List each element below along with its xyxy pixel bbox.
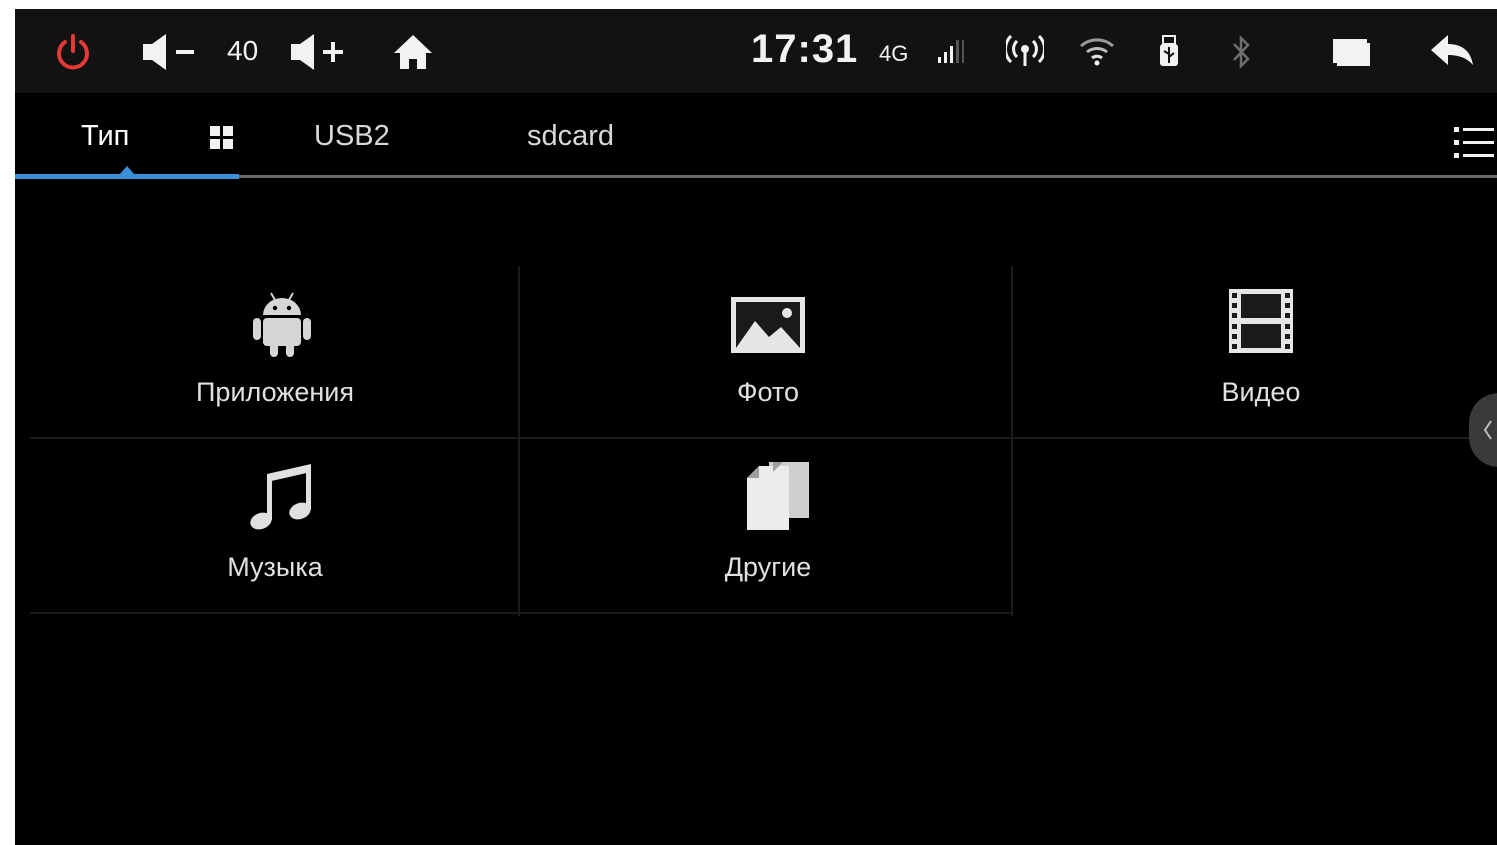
tab-sdcard[interactable]: sdcard (527, 120, 614, 153)
wifi-icon (1077, 34, 1117, 68)
grid-view-icon[interactable] (207, 123, 237, 153)
menu-list-icon[interactable] (1451, 123, 1497, 163)
android-icon (251, 289, 313, 364)
back-icon[interactable] (1427, 31, 1477, 71)
home-icon[interactable] (391, 32, 435, 72)
window-icon[interactable] (1329, 35, 1373, 69)
bluetooth-icon (1227, 34, 1255, 70)
documents-icon (745, 460, 811, 537)
hotspot-icon (1005, 33, 1045, 69)
category-photo[interactable]: Фото (523, 271, 1013, 441)
volume-down-icon[interactable] (139, 31, 199, 73)
volume-level: 40 (227, 35, 259, 66)
category-label: Приложения (196, 377, 354, 407)
category-music[interactable]: Музыка (30, 446, 520, 616)
music-note-icon (249, 462, 315, 537)
category-label: Другие (724, 552, 812, 582)
network-type: 4G (879, 41, 909, 66)
chevron-left-icon (1483, 420, 1492, 440)
category-video[interactable]: Видео (1016, 271, 1497, 441)
film-icon (1227, 287, 1295, 360)
category-apps[interactable]: Приложения (30, 271, 520, 441)
category-label: Видео (1221, 377, 1301, 407)
tab-type[interactable]: Тип (81, 120, 129, 153)
category-label: Фото (736, 377, 800, 407)
active-tab-caret (119, 166, 135, 175)
photo-icon (729, 295, 807, 360)
category-other[interactable]: Другие (523, 446, 1013, 616)
usb-icon (1155, 33, 1183, 69)
clock: 17:31 (751, 27, 859, 71)
power-icon[interactable] (51, 30, 95, 74)
tab-bar: Тип USB2 sdcard (15, 93, 1497, 181)
tab-usb2[interactable]: USB2 (314, 120, 390, 153)
category-label: Музыка (227, 552, 323, 582)
volume-up-icon[interactable] (287, 31, 347, 73)
status-bar: 40 17:31 4G (15, 9, 1497, 93)
signal-icon (935, 37, 967, 65)
screen: 40 17:31 4G Тип USB2 sdcard Приложения Ф… (15, 9, 1497, 845)
